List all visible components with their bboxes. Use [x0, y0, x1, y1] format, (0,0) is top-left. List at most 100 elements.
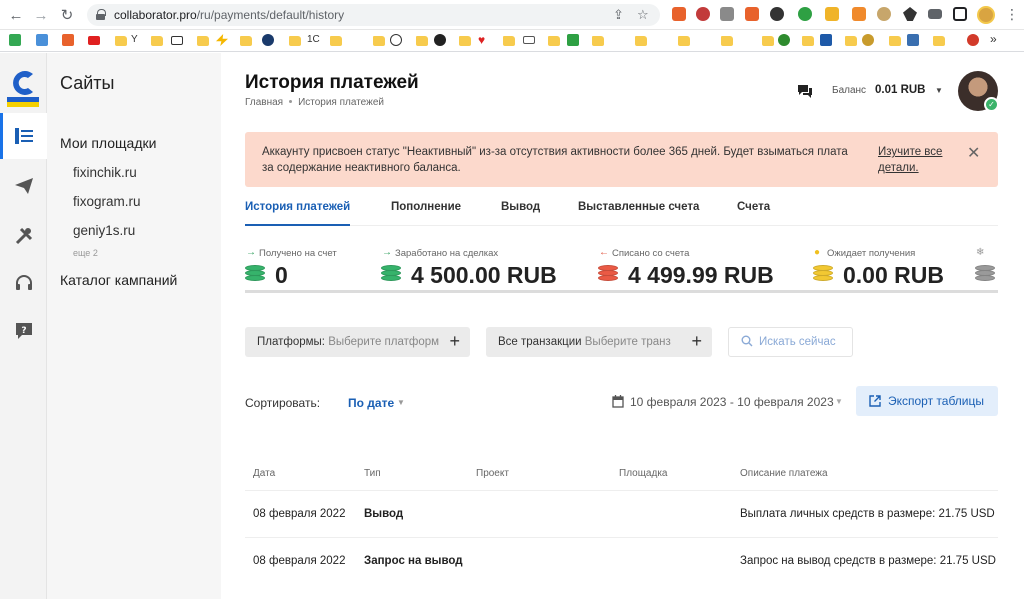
- platforms-filter[interactable]: Платформы: Выберите платформ +: [245, 327, 470, 357]
- folder-icon[interactable]: [933, 36, 945, 46]
- bookmark-icon[interactable]: [62, 34, 74, 46]
- column-header-project[interactable]: Проект: [476, 468, 509, 479]
- chat-icon[interactable]: [797, 83, 813, 99]
- rail-item-send[interactable]: [0, 163, 47, 209]
- tab-invoices-issued[interactable]: Выставленные счета: [578, 201, 699, 213]
- more-sites-link[interactable]: еще 2: [73, 248, 98, 258]
- extension-icon[interactable]: [770, 7, 784, 21]
- table-row[interactable]: 08 февраля 2022 Запрос на вывод Запрос н…: [245, 537, 998, 584]
- folder-icon[interactable]: [678, 36, 690, 46]
- bookmark-icon[interactable]: [36, 34, 48, 46]
- folder-icon[interactable]: [459, 36, 471, 46]
- rail-item-help[interactable]: ?: [0, 308, 47, 354]
- extension-icon[interactable]: [877, 7, 891, 21]
- column-header-description[interactable]: Описание платежа: [740, 468, 828, 479]
- folder-icon[interactable]: [240, 36, 252, 46]
- stats-scrollbar[interactable]: [245, 290, 998, 293]
- extension-icon[interactable]: [798, 7, 812, 21]
- rail-item-tools[interactable]: [0, 213, 47, 259]
- folder-icon[interactable]: [592, 36, 604, 46]
- back-icon[interactable]: ←: [6, 5, 26, 25]
- bookmark-label[interactable]: Y: [131, 34, 138, 45]
- plus-icon[interactable]: +: [691, 331, 702, 352]
- extension-icon[interactable]: [745, 7, 759, 21]
- folder-icon[interactable]: [802, 36, 814, 46]
- folder-icon[interactable]: [845, 36, 857, 46]
- site-link[interactable]: geniy1s.ru: [73, 223, 135, 238]
- bookmark-icon[interactable]: [778, 34, 790, 46]
- checkbox-icon[interactable]: [567, 34, 579, 46]
- user-avatar[interactable]: ✓: [958, 71, 999, 112]
- bookmark-icon[interactable]: [967, 34, 979, 46]
- balance-value[interactable]: 0.01 RUB: [875, 84, 926, 96]
- profile-avatar[interactable]: [977, 6, 995, 24]
- bookmark-label[interactable]: 1C: [307, 34, 320, 45]
- reload-icon[interactable]: ↻: [57, 5, 77, 25]
- bookmark-icon[interactable]: [434, 34, 446, 46]
- youtube-icon[interactable]: [88, 36, 100, 45]
- caret-down-icon[interactable]: ▼: [935, 86, 943, 95]
- tab-topup[interactable]: Пополнение: [391, 201, 461, 213]
- collaborator-logo[interactable]: [7, 67, 39, 107]
- folder-icon[interactable]: [289, 36, 301, 46]
- extension-icon[interactable]: [852, 7, 866, 21]
- menu-icon[interactable]: ⋮: [1005, 6, 1019, 23]
- bookmark-icon[interactable]: [262, 34, 274, 46]
- folder-icon[interactable]: [197, 36, 209, 46]
- bookmark-icon[interactable]: [820, 34, 832, 46]
- extension-icon[interactable]: [696, 7, 710, 21]
- column-header-date[interactable]: Дата: [253, 468, 275, 479]
- column-header-platform[interactable]: Площадка: [619, 468, 667, 479]
- star-icon[interactable]: ☆: [637, 7, 649, 23]
- extension-icon[interactable]: [825, 7, 839, 21]
- close-icon[interactable]: ✕: [967, 143, 980, 163]
- tab-invoices[interactable]: Счета: [737, 201, 770, 213]
- plus-icon[interactable]: +: [449, 331, 460, 352]
- forward-icon[interactable]: →: [31, 5, 51, 25]
- puzzle-icon[interactable]: [903, 7, 917, 21]
- folder-icon[interactable]: [373, 36, 385, 46]
- bookmark-icon[interactable]: [523, 36, 535, 44]
- tab-history[interactable]: История платежей: [245, 201, 351, 226]
- sort-select[interactable]: По дате: [348, 396, 394, 410]
- bookmark-icon[interactable]: [862, 34, 874, 46]
- rail-item-support[interactable]: [0, 261, 47, 307]
- more-bookmarks-icon[interactable]: »: [990, 32, 997, 46]
- table-row[interactable]: 08 февраля 2022 Вывод Выплата личных сре…: [245, 490, 998, 537]
- date-range-picker[interactable]: 10 февраля 2023 - 10 февраля 2023: [630, 395, 834, 409]
- folder-icon[interactable]: [721, 36, 733, 46]
- extension-icon[interactable]: [672, 7, 686, 21]
- address-bar[interactable]: collaborator.pro/ru/payments/default/his…: [87, 4, 660, 26]
- my-platforms-link[interactable]: Мои площадки: [60, 135, 156, 151]
- extension-icon[interactable]: [720, 7, 734, 21]
- search-button[interactable]: Искать сейчас: [728, 327, 853, 357]
- bookmark-icon[interactable]: [390, 34, 402, 46]
- export-table-button[interactable]: Экспорт таблицы: [856, 386, 998, 416]
- drive-icon[interactable]: [9, 34, 21, 46]
- breadcrumb-home[interactable]: Главная: [245, 97, 283, 108]
- folder-icon[interactable]: [762, 36, 774, 46]
- column-header-type[interactable]: Тип: [364, 468, 381, 479]
- folder-icon[interactable]: [330, 36, 342, 46]
- bookmark-icon[interactable]: [907, 34, 919, 46]
- folder-icon[interactable]: [416, 36, 428, 46]
- campaign-catalog-link[interactable]: Каталог кампаний: [60, 272, 177, 288]
- folder-icon[interactable]: [889, 36, 901, 46]
- bookmark-icon[interactable]: [171, 36, 183, 45]
- playlist-icon[interactable]: [928, 9, 942, 19]
- site-link[interactable]: fixogram.ru: [73, 194, 141, 209]
- rail-item-sites[interactable]: [0, 113, 47, 159]
- transactions-filter[interactable]: Все транзакции Выберите транз +: [486, 327, 712, 357]
- caret-down-icon[interactable]: ▼: [397, 398, 405, 407]
- caret-down-icon[interactable]: ▼: [835, 397, 843, 406]
- folder-icon[interactable]: [548, 36, 560, 46]
- folder-icon[interactable]: [635, 36, 647, 46]
- sidepanel-icon[interactable]: [953, 7, 967, 21]
- folder-icon[interactable]: [151, 36, 163, 46]
- folder-icon[interactable]: [115, 36, 127, 46]
- bolt-icon[interactable]: [216, 34, 228, 46]
- folder-icon[interactable]: [503, 36, 515, 46]
- share-icon[interactable]: ⇪: [613, 7, 624, 23]
- heart-icon[interactable]: ♥: [478, 34, 490, 46]
- tab-withdraw[interactable]: Вывод: [501, 201, 540, 213]
